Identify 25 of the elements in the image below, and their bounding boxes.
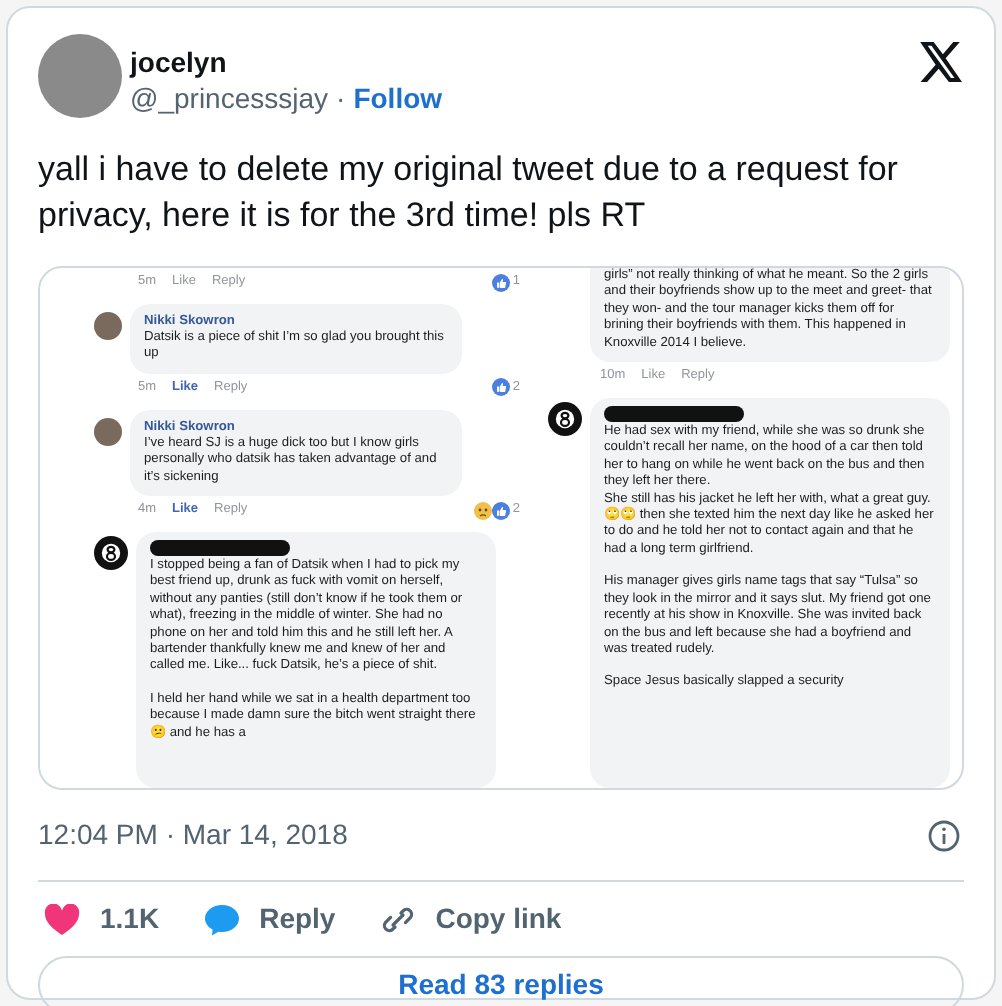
info-icon[interactable] <box>928 819 960 851</box>
follow-link[interactable]: Follow <box>353 80 443 116</box>
speech-bubble-icon <box>203 903 240 935</box>
author-handle[interactable]: @_princesssjay <box>130 80 329 116</box>
eight-ball-avatar-icon <box>94 536 128 571</box>
separator: · <box>336 80 346 116</box>
like-button[interactable]: 1.1K <box>44 898 160 940</box>
copy-link-button[interactable]: Copy link <box>379 898 562 940</box>
like-reaction-icon <box>492 501 511 520</box>
x-logo-icon[interactable] <box>920 42 964 82</box>
reply-button[interactable]: Reply <box>203 898 336 940</box>
eight-ball-avatar-icon <box>548 402 582 437</box>
read-replies-button[interactable]: Read 83 replies <box>38 956 964 1006</box>
avatar[interactable] <box>94 417 122 446</box>
like-reaction-icon <box>492 378 511 397</box>
avatar[interactable] <box>38 34 122 118</box>
redaction-bar <box>604 406 744 423</box>
attached-screenshot[interactable] <box>38 266 964 790</box>
like-reaction-icon <box>492 273 511 291</box>
avatar[interactable] <box>94 312 122 340</box>
timestamp[interactable]: 12:04 PM · Mar 14, 2018 <box>38 814 348 856</box>
tweet-text: yall i have to delete my original tweet due to a request for privacy, here it is for the 3rd time! pls RT <box>38 148 900 238</box>
author-name[interactable]: jocelyn <box>130 46 443 80</box>
redaction-bar <box>150 540 290 557</box>
heart-icon <box>44 903 80 935</box>
